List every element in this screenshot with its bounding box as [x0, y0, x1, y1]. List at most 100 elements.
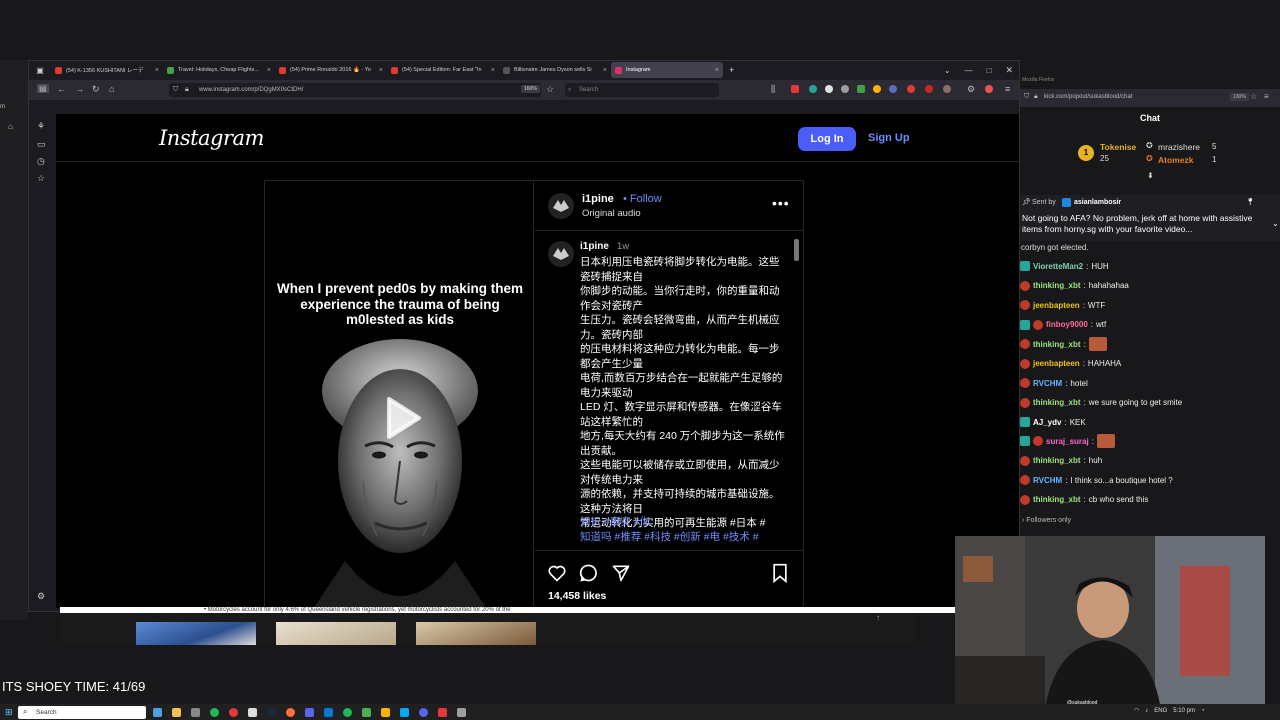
extension-icon[interactable] — [791, 85, 799, 93]
spotify-icon[interactable] — [210, 708, 219, 717]
app-icon[interactable] — [381, 708, 390, 717]
obs-icon[interactable] — [229, 708, 238, 717]
audio-label[interactable]: Original audio — [582, 208, 641, 219]
tab-3[interactable]: (54) Special Edition: Far East "In × — [387, 62, 499, 78]
extension-icon[interactable] — [841, 85, 849, 93]
chat-message[interactable]: thinking_xbt: huh — [1020, 455, 1102, 466]
more-options-icon[interactable]: ••• — [772, 195, 790, 211]
tab-list-icon[interactable]: ▣ — [29, 66, 51, 75]
comment-username[interactable]: i1pine — [580, 241, 609, 252]
scroll-up-icon[interactable]: ↑ — [876, 613, 880, 622]
forward-icon[interactable]: → — [75, 84, 84, 94]
chat-username[interactable]: jeenbapteen — [1033, 359, 1080, 368]
login-button[interactable]: Log In — [798, 127, 856, 151]
signup-link[interactable]: Sign Up — [868, 132, 910, 144]
chat-message[interactable]: RVCHM: hotel — [1020, 378, 1088, 388]
reload-icon[interactable]: ↻ — [92, 84, 100, 95]
post-video[interactable]: When I prevent ped0s by making them expe… — [264, 180, 534, 608]
tab-2[interactable]: (54) Prime Ronaldo 2016 🔥 - Yo × — [275, 62, 387, 78]
start-windows-icon[interactable]: ⊞ — [5, 707, 13, 718]
chat-message[interactable]: VioretteMan2: HUH — [1020, 261, 1109, 271]
extension-icon[interactable] — [907, 85, 915, 93]
shield-icon[interactable]: ⛉ — [173, 86, 178, 94]
app-icon[interactable] — [419, 708, 428, 717]
chat-username[interactable]: thinking_xbt — [1033, 456, 1081, 465]
menu-icon[interactable]: ≡ — [1005, 84, 1010, 94]
chat-message[interactable]: thinking_xbt: — [1020, 337, 1107, 351]
chat-username[interactable]: RVCHM — [1033, 379, 1062, 388]
clock-time[interactable]: 5:10 pm — [1173, 708, 1195, 714]
app-icon[interactable] — [191, 708, 200, 717]
like-heart-icon[interactable] — [547, 563, 567, 583]
chat-username[interactable]: thinking_xbt — [1033, 281, 1081, 290]
lock-icon[interactable]: 🔒︎ — [185, 86, 189, 94]
chat-username[interactable]: VioretteMan2 — [1033, 262, 1083, 271]
collapse-chevron-icon[interactable]: ⌄ — [1272, 219, 1279, 228]
thumbnail-image[interactable] — [416, 622, 536, 645]
settings-gear-icon[interactable]: ⚙ — [37, 591, 45, 602]
comment-scrollbar[interactable] — [794, 239, 799, 261]
app-icon[interactable] — [248, 708, 257, 717]
search-input[interactable]: ⌕ Search — [565, 83, 719, 97]
chat-username[interactable]: suraj_suraj — [1046, 437, 1089, 446]
chat-message[interactable]: jeenbapteen: HAHAHA — [1020, 358, 1121, 369]
chat-message[interactable]: thinking_xbt: hahahahaa — [1020, 280, 1129, 291]
close-tab-icon[interactable]: × — [379, 67, 383, 74]
leaderboard-user[interactable]: mrazishere — [1158, 142, 1200, 152]
chat-username[interactable]: thinking_xbt — [1033, 340, 1081, 349]
emote-image-icon[interactable] — [1088, 337, 1107, 351]
close-tab-icon[interactable]: × — [491, 67, 495, 74]
likes-count[interactable]: 14,458 likes — [548, 590, 606, 602]
author-avatar[interactable] — [548, 193, 574, 219]
extension-icon[interactable] — [943, 85, 951, 93]
extension-icon[interactable] — [809, 85, 817, 93]
discord-icon[interactable] — [305, 708, 314, 717]
new-tab-button[interactable]: + — [729, 65, 734, 75]
extension-icon[interactable] — [825, 85, 833, 93]
extension-icon[interactable] — [925, 85, 933, 93]
chat-message[interactable]: finboy9000: wtf — [1020, 319, 1106, 330]
sidebar-toggle-icon[interactable]: ▤ — [37, 84, 49, 93]
library-icon[interactable]: ⫼ — [771, 84, 775, 95]
url-bar[interactable]: ⛉ 🔒︎ www.instagram.com/p/DQgMX0sCtDH/ — [169, 83, 541, 97]
close-tab-icon[interactable]: × — [267, 67, 271, 74]
pinned-sender[interactable]: asianlambosir — [1074, 199, 1121, 206]
bookmark-star-icon[interactable]: ☆ — [1250, 92, 1257, 101]
chat-message[interactable]: thinking_xbt: cb who send this — [1020, 494, 1148, 505]
tab-5[interactable]: Instagram × — [611, 62, 723, 78]
app-icon[interactable] — [457, 708, 466, 717]
notification-bell-icon[interactable]: ◔ — [1201, 708, 1205, 714]
chat-message[interactable]: AJ_ydv: KEK — [1020, 417, 1086, 427]
maximize-button[interactable]: □ — [987, 66, 992, 75]
spotify-icon[interactable] — [343, 708, 352, 717]
tab-0[interactable]: (54) K-1356 KUSHITANI レーデ × — [51, 62, 163, 78]
save-bookmark-icon[interactable] — [771, 563, 789, 583]
play-button-icon[interactable] — [375, 393, 425, 443]
extensions-puzzle-icon[interactable]: ⚙ — [967, 84, 975, 95]
firefox-icon[interactable] — [286, 708, 295, 717]
steam-icon[interactable] — [267, 708, 276, 717]
chat-message[interactable]: RVCHM: I think so...a boutique hotel ? — [1020, 475, 1173, 485]
chat-username[interactable]: thinking_xbt — [1033, 398, 1081, 407]
author-avatar[interactable] — [548, 241, 574, 267]
menu-icon[interactable]: ≡ — [1264, 92, 1269, 101]
app-icon[interactable] — [400, 708, 409, 717]
tab-4[interactable]: Billionaire James Dyson sells Si × — [499, 62, 611, 78]
home-icon[interactable]: ⌂ — [109, 84, 114, 94]
close-tab-icon[interactable]: × — [603, 67, 607, 74]
expand-chevron-icon[interactable]: ⇟ — [1147, 171, 1154, 180]
wifi-icon[interactable]: ◠ — [1134, 707, 1139, 714]
tab-dropdown-icon[interactable]: ⌄ — [944, 66, 951, 75]
volume-icon[interactable]: ♪ — [1145, 708, 1148, 714]
history-icon[interactable]: ◷ — [37, 156, 45, 167]
app-icon[interactable] — [362, 708, 371, 717]
extension-icon[interactable] — [857, 85, 865, 93]
taskbar-search-input[interactable]: ⌕ Search — [18, 706, 146, 719]
leaderboard-user[interactable]: Atomezk — [1158, 155, 1193, 165]
share-paper-plane-icon[interactable] — [611, 563, 631, 583]
close-tab-icon[interactable]: × — [155, 67, 159, 74]
chat-url-bar[interactable]: ⛉ 🔒︎ kick.com/popout/sukasblood/chat 130… — [1020, 89, 1280, 107]
thumbnail-image[interactable] — [136, 622, 256, 645]
zoom-indicator[interactable]: 160% — [521, 85, 540, 93]
app-icon[interactable] — [324, 708, 333, 717]
